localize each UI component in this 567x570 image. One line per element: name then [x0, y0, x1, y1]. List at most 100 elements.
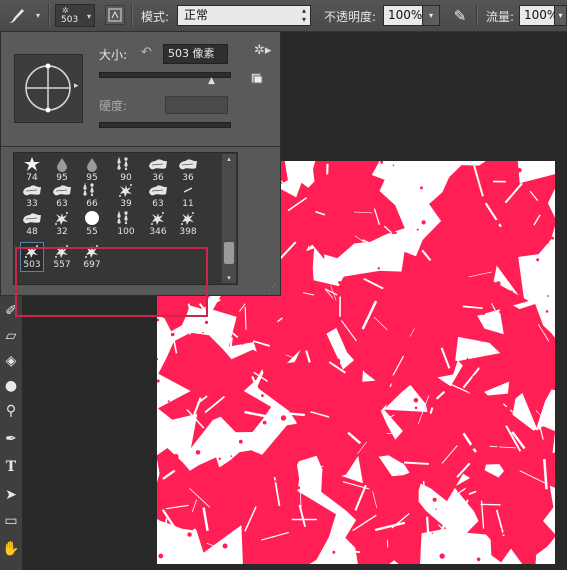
paint-speck [427, 308, 432, 313]
brush-preset-90[interactable]: 90 [115, 156, 137, 184]
resize-grip-icon[interactable]: ⋰ [268, 283, 276, 292]
paint-speck [244, 382, 248, 386]
paint-speck [312, 239, 315, 243]
preset-scrollbar[interactable]: ▴ ▾ [222, 154, 236, 283]
paint-speck [335, 358, 341, 364]
paint-bucket-icon[interactable]: ◈ [0, 349, 22, 373]
paint-speck [218, 457, 221, 460]
paint-speck [497, 446, 500, 449]
pen-icon[interactable]: ✒ [0, 427, 22, 451]
paint-speck [280, 415, 287, 421]
paint-speck [379, 440, 385, 446]
toggle-brush-panel-button[interactable] [105, 5, 125, 25]
brush-preset-63[interactable]: 63 [147, 182, 169, 210]
path-selection-icon[interactable]: ➤ [0, 483, 22, 507]
paint-speck [370, 444, 372, 447]
brush-preset-55[interactable]: 55 [81, 210, 103, 238]
angle-handle-icon[interactable]: ▸ [74, 81, 79, 91]
paint-speck [301, 392, 306, 396]
opacity-input[interactable]: 100% [383, 5, 423, 26]
paint-speck [432, 497, 437, 502]
paint-speck [354, 178, 358, 182]
annotation-highlight-box [15, 247, 208, 317]
brush-size-caption: 63 [152, 199, 164, 209]
paint-speck [184, 405, 189, 410]
paint-speck [509, 316, 515, 321]
brush-preset-32[interactable]: 32 [51, 210, 73, 238]
brush-preset-39[interactable]: 39 [115, 182, 137, 210]
hand-icon[interactable]: ✋ [0, 537, 22, 561]
paint-speck [470, 438, 475, 443]
scroll-up-icon[interactable]: ▴ [222, 154, 236, 164]
rectangle-icon[interactable]: ▭ [0, 509, 22, 533]
paint-speck [391, 230, 396, 234]
brush-preset-63[interactable]: 63 [51, 182, 73, 210]
paint-speck [478, 364, 484, 370]
scroll-down-icon[interactable]: ▾ [222, 273, 236, 283]
paint-speck [413, 398, 419, 403]
tool-preset-chevron-down-icon[interactable]: ▾ [36, 11, 40, 20]
paint-speck [499, 310, 503, 314]
brush-angle-preview[interactable] [14, 54, 83, 123]
paint-speck [222, 543, 228, 549]
paint-speck [247, 362, 252, 367]
mode-select[interactable]: 正常 ▴ ▾ [177, 5, 311, 26]
paint-speck [414, 406, 418, 410]
tools-panel: ✐ ▱ ◈ ● ⚲ ✒ T ➤ ▭ ✋ [0, 295, 23, 570]
brush-preset-picker[interactable]: ✲ 503 ▾ [55, 4, 95, 27]
brush-preset-36[interactable]: 36 [177, 156, 199, 184]
brush-preset-398[interactable]: 398 [177, 210, 199, 238]
paint-speck [392, 164, 395, 167]
paint-speck [473, 466, 477, 470]
reset-size-icon[interactable]: ↶ [141, 45, 152, 60]
brush-preset-48[interactable]: 48 [21, 210, 43, 238]
paint-speck [264, 479, 270, 485]
brush-preset-36[interactable]: 36 [147, 156, 169, 184]
paint-speck [502, 532, 505, 535]
eraser-icon[interactable]: ▱ [0, 324, 22, 348]
paint-speck [536, 243, 541, 248]
paint-speck [307, 238, 312, 244]
brush-preset-100[interactable]: 100 [115, 210, 137, 238]
paint-speck [493, 536, 497, 540]
opacity-dropdown-button[interactable]: ▾ [422, 5, 440, 26]
paint-speck [260, 298, 264, 302]
size-input[interactable]: 503 像素 [163, 44, 228, 64]
paint-speck [332, 550, 336, 554]
brush-preset-11[interactable]: 11 [177, 182, 199, 210]
flow-label: 流量: [486, 10, 515, 24]
dodge-icon[interactable]: ⚲ [0, 399, 22, 423]
gear-icon[interactable]: ✲▸ [254, 43, 271, 58]
paint-speck [489, 434, 494, 439]
blur-drop-icon[interactable]: ● [0, 374, 22, 398]
paint-speck [492, 398, 496, 402]
pressure-opacity-icon[interactable]: ✎ [449, 5, 471, 27]
brush-preset-74[interactable]: 74 [21, 156, 43, 184]
chevron-down-icon: ▾ [86, 12, 91, 21]
paint-speck [213, 525, 216, 528]
paint-speck [257, 533, 261, 537]
brush-preset-95[interactable]: 95 [81, 156, 103, 184]
paint-speck [503, 545, 509, 551]
brush-preset-33[interactable]: 33 [21, 182, 43, 210]
brush-tool-icon[interactable] [6, 6, 28, 26]
flow-dropdown-button[interactable]: ▾ [554, 5, 567, 26]
flow-input[interactable]: 100% [519, 5, 558, 26]
paint-speck [230, 455, 232, 457]
size-slider-handle[interactable]: ▲ [208, 76, 215, 86]
paint-speck [223, 500, 228, 505]
paint-speck [387, 310, 393, 316]
paint-speck [173, 453, 179, 460]
paint-speck [214, 390, 216, 393]
brush-preset-95[interactable]: 95 [51, 156, 73, 184]
brush-size-readout: 503 [61, 15, 79, 25]
paint-speck [516, 341, 521, 346]
paint-speck [405, 477, 409, 480]
paint-speck [352, 377, 357, 382]
brush-preset-346[interactable]: 346 [147, 210, 169, 238]
brush-preset-66[interactable]: 66 [81, 182, 103, 210]
paint-speck [410, 492, 414, 496]
type-icon[interactable]: T [0, 455, 22, 479]
new-preset-icon[interactable] [251, 73, 263, 84]
scroll-thumb[interactable] [224, 242, 234, 264]
